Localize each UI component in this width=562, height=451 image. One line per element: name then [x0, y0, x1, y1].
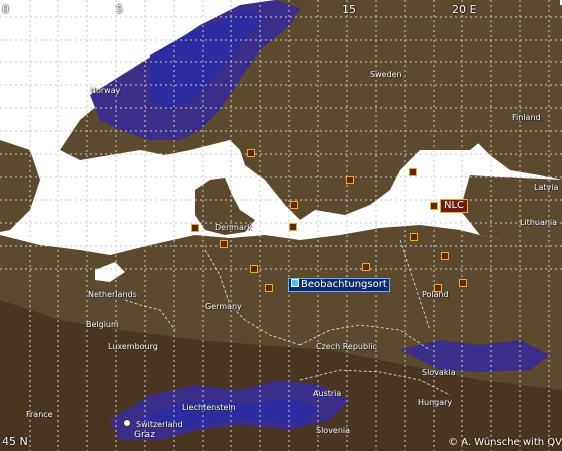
report-marker[interactable]	[362, 263, 370, 271]
report-marker[interactable]	[289, 223, 297, 231]
country-label-germany: Germany	[205, 302, 242, 311]
credit-text: © A. Wünsche with QV	[448, 437, 562, 448]
country-label-latvia: Latvia	[534, 183, 559, 192]
terrain-layer	[0, 0, 562, 451]
report-marker[interactable]	[434, 284, 442, 292]
observer-marker-icon	[291, 279, 299, 287]
country-label-netherlands: Netherlands	[88, 290, 137, 299]
report-marker[interactable]	[191, 224, 199, 232]
report-marker[interactable]	[459, 279, 467, 287]
country-label-slovenia: Slovenia	[316, 426, 351, 435]
country-label-france: France	[26, 410, 53, 419]
lon-tick-20: 20 E	[452, 3, 477, 16]
report-marker[interactable]	[250, 265, 258, 273]
lon-tick-0: 0	[2, 3, 9, 16]
country-label-lithuania: Lithuania	[520, 218, 558, 227]
report-marker[interactable]	[410, 233, 418, 241]
country-label-austria: Austria	[313, 389, 342, 398]
lat-tick-45: 45 N	[2, 435, 28, 448]
country-label-luxembourg: Luxembourg	[108, 342, 158, 351]
report-marker[interactable]	[247, 149, 255, 157]
lon-tick-15: 15	[342, 3, 356, 16]
country-label-liechtenstein: Liechtenstein	[182, 403, 236, 412]
report-marker[interactable]	[290, 201, 298, 209]
country-label-slovakia: Slovakia	[422, 368, 456, 377]
country-label-belgium: Belgium	[86, 320, 119, 329]
lon-tick-5: 5	[116, 3, 123, 16]
country-label-switzerland: Switzerland	[136, 420, 183, 429]
country-label-sweden: Sweden	[370, 70, 402, 79]
city-marker-graz	[123, 419, 131, 427]
city-label-graz: Graz	[134, 430, 155, 440]
country-label-hungary: Hungary	[418, 398, 453, 407]
report-marker[interactable]	[441, 252, 449, 260]
observer-location-text: Beobachtungsort	[301, 279, 387, 290]
report-marker[interactable]	[265, 284, 273, 292]
report-marker[interactable]	[346, 176, 354, 184]
country-label-finland: Finland	[512, 113, 541, 122]
country-label-czech: Czech Republic	[316, 342, 377, 351]
report-marker[interactable]	[409, 168, 417, 176]
report-marker[interactable]	[220, 240, 228, 248]
map-view[interactable]: 0 5 15 20 E 45 N Sweden Norway Finland D…	[0, 0, 562, 451]
report-marker[interactable]	[430, 202, 438, 210]
country-label-denmark: Denmark	[215, 223, 252, 232]
nlc-label[interactable]: NLC	[440, 199, 469, 213]
observer-location-label[interactable]: Beobachtungsort	[288, 278, 390, 292]
country-label-norway: Norway	[90, 86, 121, 95]
